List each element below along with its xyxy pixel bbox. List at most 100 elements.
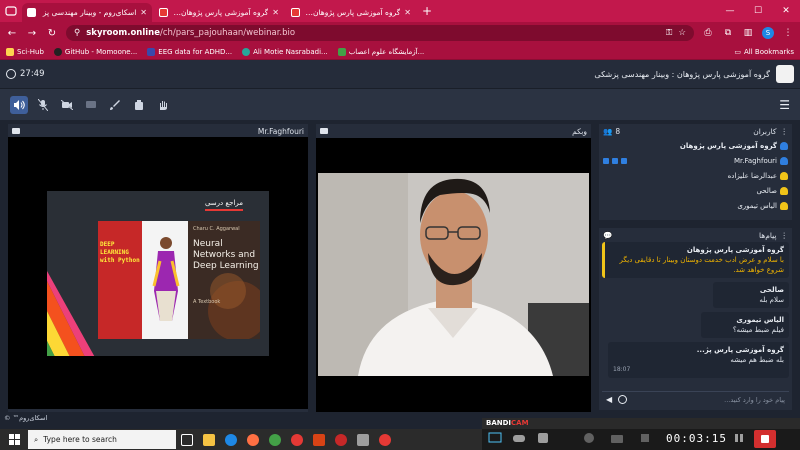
record-stop-button[interactable] [754,430,776,448]
book-subtitle: A Textbook [193,299,221,305]
translate-icon[interactable]: ⎙ [702,28,714,38]
app-icon[interactable] [352,429,374,450]
device-mode-icon[interactable] [536,432,550,446]
sidepanel-icon[interactable]: ▥ [742,28,754,38]
forward-icon[interactable]: → [26,28,38,39]
user-row[interactable]: گروه آموزشی پارس پژوهان [599,138,792,153]
whiteboard-brush-button[interactable] [106,96,124,114]
send-icon[interactable]: ◀ [606,395,612,404]
lab-icon [337,47,346,56]
screen-share-button[interactable] [82,96,100,114]
bookmark-eeg[interactable]: EEG data for ADHD... [147,47,232,56]
presentation-slide: مراجع درسی DEEP LEARNING with Python Char… [47,191,269,356]
all-bookmarks[interactable]: ▭ All Bookmarks [734,48,794,56]
search-icon: ⌕ [34,434,39,444]
file-explorer-icon[interactable] [198,429,220,450]
new-tab-button[interactable]: + [418,3,436,22]
user-row[interactable]: عبدالرضا علیزاده [599,168,792,183]
panel-menu-icon[interactable]: ⋮ [781,127,789,136]
users-icon: 👥 [603,126,613,136]
window-controls: — ☐ ✕ [716,0,800,22]
tab-pars-2[interactable]: گروه آموزشی پارس پژوهان ارائه ✕ [286,3,416,22]
chat-message: صالحی سلام بله [713,282,789,308]
tab-skyroom[interactable]: اسکای‌روم - وبینار مهندسی پز ✕ [22,3,152,22]
extension-icon[interactable]: ⧉ [722,28,734,38]
stop-icon[interactable] [638,432,652,446]
address-bar-row: ← → ↻ ⚲ skyroom.online/ch/pars_pajouhaan… [0,22,800,44]
tab-title: گروه آموزشی پارس پژوهان ارائه [172,8,269,17]
webcam-label: وبکم [572,126,587,136]
chat-messages[interactable]: گروه آموزشی پارس پژوهان با سلام و عرض اد… [602,242,789,387]
message-time: 18:07 [613,366,631,373]
room-toolbar: ☰ [0,88,800,120]
close-window-icon[interactable]: ✕ [772,0,800,22]
reload-icon[interactable]: ↻ [46,28,58,39]
close-tab-icon[interactable]: ✕ [272,8,279,17]
powerpoint-icon[interactable] [308,429,330,450]
maximize-icon[interactable]: ☐ [744,0,772,22]
edge-icon[interactable] [220,429,242,450]
app-icon[interactable] [286,429,308,450]
taskbar-search-input[interactable]: ⌕ Type here to search [28,430,176,449]
task-view-icon[interactable] [176,429,198,450]
url-text: skyroom.online/ch/pars_pajouhaan/webinar… [86,28,296,38]
url-field[interactable]: ⚲ skyroom.online/ch/pars_pajouhaan/webin… [66,25,694,41]
footer-brand: اسکای‌روم™ © [4,414,48,422]
webcam-overlay-icon[interactable] [582,432,596,446]
guest-user-icon [780,186,788,195]
dataset-icon [147,47,156,56]
bookmark-scihub[interactable]: Sci-Hub [6,47,44,56]
chat-message: گروه آموزشی پارس پژوهان با سلام و عرض اد… [602,242,789,278]
slide-title: مراجع درسی [204,199,243,211]
minimize-icon[interactable]: — [716,0,744,22]
panel-menu-icon[interactable]: ⋮ [781,231,789,240]
bookmark-lab[interactable]: آزمایشگاه علوم اعصاب... [337,47,424,56]
password-key-icon[interactable]: ⚿ [666,28,672,38]
chrome-icon[interactable] [374,429,396,450]
bookmark-ali[interactable]: Ali Motie Nasrabadi... [242,47,328,56]
close-tab-icon[interactable]: ✕ [404,8,411,17]
book-illustration [152,237,180,321]
chat-panel: 💬 پیام‌ها ⋮ گروه آموزشی پارس پژوهان با س… [599,228,792,410]
users-label: کاربران [753,126,777,136]
user-row[interactable]: الیاس تیموری [599,198,792,213]
chat-input-bar[interactable]: ◀ پیام خود را وارد کنید... [602,391,789,407]
chat-message: الیاس تیموری فیلم ضبط میشه؟ [701,312,789,338]
guest-user-icon [780,201,788,210]
chrome-menu-icon[interactable]: ⋮ [782,28,794,38]
profile-avatar[interactable]: S [762,27,774,39]
users-panel: 👥 8 کاربران ⋮ گروه آموزشی پارس پژوهان Mr… [599,124,792,220]
browser-tabbar: اسکای‌روم - وبینار مهندسی پز ✕ گروه آموز… [0,0,800,22]
scholar-icon [242,47,251,56]
recorder-icon[interactable] [330,429,352,450]
files-button[interactable] [130,96,148,114]
speaker-button[interactable] [10,95,28,114]
tab-title: اسکای‌روم - وبینار مهندسی پز [42,8,137,17]
close-tab-icon[interactable]: ✕ [140,8,147,17]
pause-icon[interactable] [732,432,746,446]
hamburger-menu-icon[interactable]: ☰ [779,98,790,112]
room-title: گروه آموزشی پارس پژوهان : وبینار مهندسی … [594,69,770,79]
user-row[interactable]: Mr.Faghfouri [599,153,792,168]
rectangle-mode-icon[interactable] [488,432,502,446]
camera-button[interactable] [58,96,76,114]
site-info-icon[interactable]: ⚲ [74,28,80,38]
microphone-button[interactable] [34,96,52,114]
bookmarks-bar: Sci-Hub GitHub - Momoone... EEG data for… [0,44,800,60]
emoji-icon[interactable] [618,395,628,404]
gamepad-mode-icon[interactable] [512,432,526,446]
bandicam-recorder: BANDICAM 00:03:15 [482,418,800,450]
raise-hand-button[interactable] [154,96,172,114]
presenter-user-icon [780,156,788,165]
bookmark-github[interactable]: GitHub - Momoone... [53,47,137,56]
tab-pars-1[interactable]: گروه آموزشی پارس پژوهان ارائه ✕ [154,3,284,22]
bookmark-star-icon[interactable]: ☆ [678,28,686,38]
chrome-icon[interactable] [264,429,286,450]
screenshot-icon[interactable] [610,432,624,446]
tab-search-icon[interactable] [0,0,22,22]
windows-start-icon[interactable] [0,429,28,450]
firefox-icon[interactable] [242,429,264,450]
chat-input[interactable]: پیام خود را وارد کنید... [724,396,785,404]
user-row[interactable]: صالحی [599,183,792,198]
back-icon[interactable]: ← [6,28,18,39]
